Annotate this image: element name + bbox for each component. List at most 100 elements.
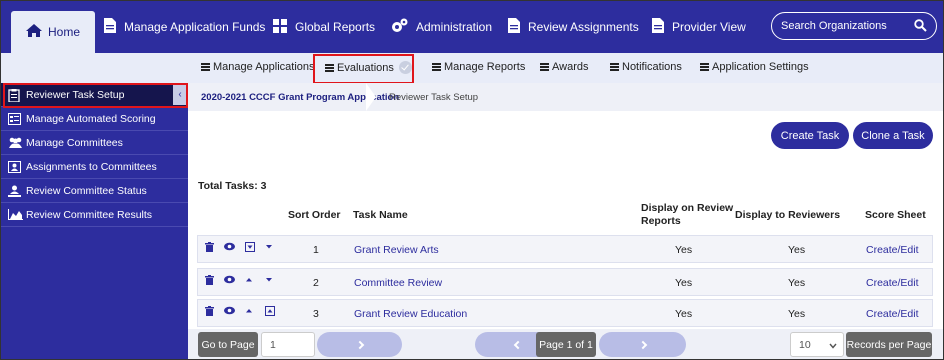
pagination-bar: Go to Page 1 Page 1 of 1 10 Records per … [188, 329, 943, 359]
nav-manage-application-funds[interactable]: Manage Application Funds [104, 1, 265, 53]
column-task-name[interactable]: Task Name [353, 209, 408, 221]
delete-icon[interactable] [205, 306, 214, 316]
sidebar-item-manage-automated-scoring[interactable]: Manage Automated Scoring [1, 107, 188, 131]
subnav-manage-applications-label: Manage Applications [213, 61, 315, 73]
column-display-on-review-reports[interactable]: Display on Review Reports [641, 202, 737, 228]
subnav-awards-label: Awards [552, 61, 589, 73]
row-display-on-reports: Yes [675, 244, 693, 256]
view-icon[interactable] [224, 242, 235, 252]
subnav-notifications[interactable]: Notifications [610, 61, 682, 73]
breadcrumb-separator [366, 83, 376, 111]
move-up-box-icon[interactable] [265, 306, 275, 316]
records-per-page-button[interactable]: Records per Page [846, 332, 932, 357]
nav-administration[interactable]: Administration [391, 1, 492, 53]
column-score-sheet[interactable]: Score Sheet [865, 209, 926, 221]
document-icon [104, 18, 116, 36]
column-display-to-reviewers[interactable]: Display to Reviewers [735, 209, 840, 221]
sidebar-item-review-committee-results[interactable]: Review Committee Results [1, 203, 188, 227]
highlight-reviewer-task-setup [3, 83, 188, 108]
menu-icon [540, 63, 549, 71]
menu-icon [700, 63, 709, 71]
create-task-button[interactable]: Create Task [771, 122, 849, 149]
subnav-manage-applications[interactable]: Manage Applications [201, 61, 315, 73]
breadcrumb-current-page: Reviewer Task Setup [389, 92, 479, 103]
records-per-page-select[interactable]: 10 [790, 332, 844, 357]
nav-review-assignments[interactable]: Review Assignments [508, 1, 639, 53]
view-icon[interactable] [224, 275, 235, 285]
menu-icon [201, 63, 210, 71]
row-sort-order: 2 [313, 277, 319, 289]
nav-provider-view-label: Provider View [672, 20, 746, 34]
table-header: Sort Order Task Name Display on Review R… [197, 195, 933, 233]
sidebar-item-label: Assignments to Committees [26, 160, 157, 173]
nav-global-reports[interactable]: Global Reports [273, 1, 375, 53]
row-task-name-link[interactable]: Committee Review [354, 277, 442, 289]
table-row: 1 Grant Review Arts Yes Yes Create/Edit [197, 235, 933, 263]
search-organizations-input[interactable]: Search Organizations [771, 12, 937, 40]
last-page-button[interactable] [599, 332, 686, 357]
sidebar-item-label: Review Committee Status [26, 184, 147, 197]
chevron-right-icon [355, 340, 364, 349]
grid-icon [273, 18, 287, 36]
table-row: 2 Committee Review Yes Yes Create/Edit [197, 268, 933, 296]
go-to-page-button[interactable]: Go to Page [198, 332, 258, 357]
assignment-icon [8, 160, 22, 173]
sidebar-item-label: Manage Committees [26, 136, 123, 149]
home-icon [25, 24, 42, 40]
subnav-application-settings[interactable]: Application Settings [700, 61, 809, 73]
nav-provider-view[interactable]: Provider View [652, 1, 746, 53]
view-icon[interactable] [224, 306, 235, 316]
row-task-name-link[interactable]: Grant Review Education [354, 308, 467, 320]
nav-home[interactable]: Home [11, 11, 95, 53]
row-display-to-reviewers: Yes [788, 308, 806, 320]
page-number-input[interactable]: 1 [261, 332, 315, 357]
move-down-box-icon[interactable] [245, 242, 255, 252]
chevron-up-icon[interactable] [245, 306, 253, 316]
subnav-application-settings-label: Application Settings [712, 61, 809, 73]
next-page-button[interactable] [317, 332, 402, 357]
row-display-on-reports: Yes [675, 308, 693, 320]
sidebar-item-label: Manage Automated Scoring [26, 112, 156, 125]
highlight-evaluations [313, 54, 414, 84]
page-status: Page 1 of 1 [536, 332, 596, 357]
document-icon [652, 18, 664, 36]
menu-icon [432, 63, 441, 71]
row-sort-order: 3 [313, 308, 319, 320]
chevron-down-icon[interactable] [265, 242, 273, 252]
records-per-page-value: 10 [799, 338, 811, 351]
nav-review-assignments-label: Review Assignments [528, 20, 639, 34]
subnav-notifications-label: Notifications [622, 61, 682, 73]
row-score-sheet-link[interactable]: Create/Edit [866, 244, 919, 256]
total-tasks-count: Total Tasks: 3 [198, 180, 267, 192]
nav-global-reports-label: Global Reports [295, 20, 376, 34]
search-icon[interactable] [914, 19, 927, 32]
delete-icon[interactable] [205, 242, 214, 252]
chevron-right-icon [638, 340, 647, 349]
row-score-sheet-link[interactable]: Create/Edit [866, 277, 919, 289]
subnav-manage-reports[interactable]: Manage Reports [432, 61, 525, 73]
sidebar: Reviewer Task Setup ‹ Manage Automated S… [1, 83, 188, 359]
nav-administration-label: Administration [416, 20, 493, 34]
row-display-on-reports: Yes [675, 277, 693, 289]
chevron-up-icon[interactable] [245, 275, 253, 285]
delete-icon[interactable] [205, 275, 214, 285]
sidebar-item-review-committee-status[interactable]: Review Committee Status [1, 179, 188, 203]
row-display-to-reviewers: Yes [788, 244, 806, 256]
clone-task-button[interactable]: Clone a Task [853, 122, 933, 149]
row-task-name-link[interactable]: Grant Review Arts [354, 244, 439, 256]
column-sort-order[interactable]: Sort Order [288, 209, 341, 221]
sub-navigation: Manage Applications Evaluations Manage R… [1, 53, 943, 83]
sidebar-item-assignments-to-committees[interactable]: Assignments to Committees [1, 155, 188, 179]
sidebar-item-manage-committees[interactable]: Manage Committees [1, 131, 188, 155]
subnav-awards[interactable]: Awards [540, 61, 588, 73]
search-placeholder: Search Organizations [781, 20, 887, 32]
document-icon [508, 18, 520, 36]
row-score-sheet-link[interactable]: Create/Edit [866, 308, 919, 320]
chevron-down-icon[interactable] [265, 275, 273, 285]
menu-icon [610, 63, 619, 71]
row-display-to-reviewers: Yes [788, 277, 806, 289]
status-icon [8, 185, 22, 197]
sidebar-item-label: Review Committee Results [26, 208, 153, 221]
nav-manage-application-funds-label: Manage Application Funds [124, 20, 266, 34]
people-icon [8, 137, 22, 149]
